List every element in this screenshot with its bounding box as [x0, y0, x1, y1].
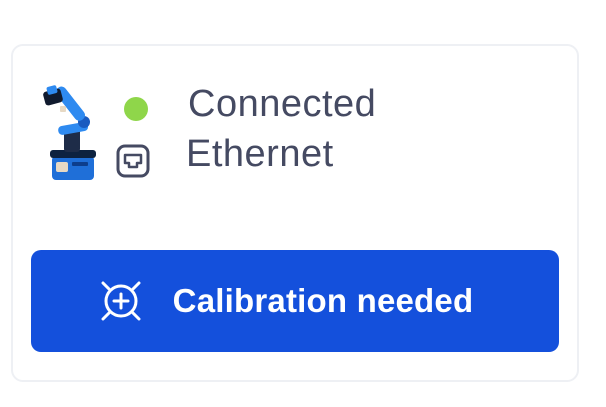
calibration-button-label: Calibration needed [172, 282, 474, 319]
status-dot-icon [124, 97, 148, 121]
robot-arm-icon [43, 85, 96, 180]
ethernet-icon [116, 144, 150, 178]
connection-type-label: Ethernet [186, 133, 334, 175]
calibration-needed-button[interactable]: Calibration needed [31, 250, 559, 352]
connection-status-label: Connected [188, 83, 377, 125]
calibration-target-icon [101, 281, 141, 321]
